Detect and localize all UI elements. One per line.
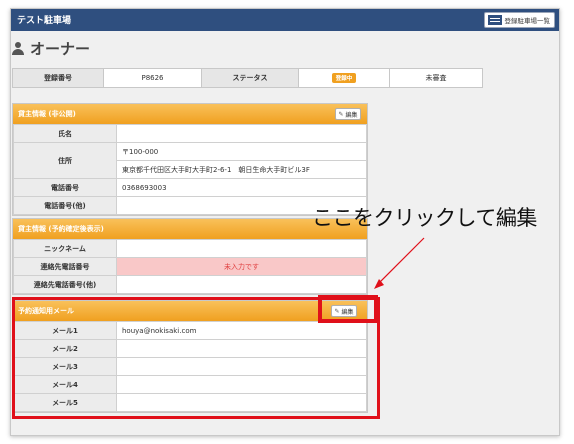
annotation-arrow bbox=[374, 237, 425, 289]
